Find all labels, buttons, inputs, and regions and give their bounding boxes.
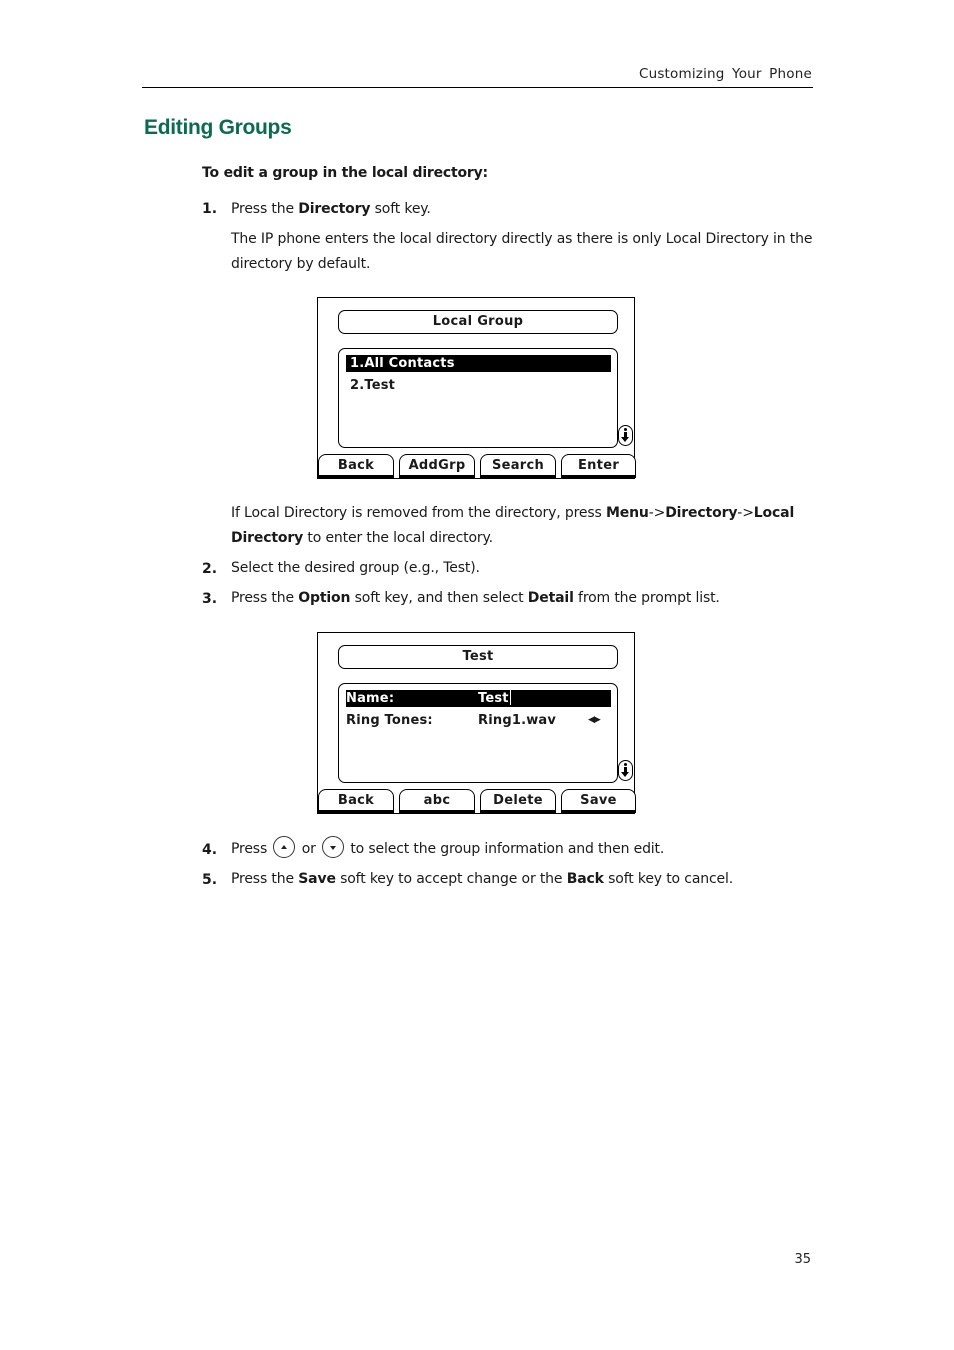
scroll-down-icon (618, 425, 633, 446)
section-title: Editing Groups (144, 116, 292, 139)
detail-list: Name: Test Ring Tones: Ring1.wav ◀▶ (338, 683, 618, 783)
scroll-down-icon (618, 760, 633, 781)
screen-title: Test (338, 645, 618, 669)
softkey-back[interactable]: Back (318, 789, 394, 813)
phone-screen-group-detail: Test Name: Test Ring Tones: Ring1.wav ◀▶… (317, 632, 636, 814)
menu-label: Menu (605, 505, 649, 521)
save-key-label: Save (298, 871, 336, 887)
left-right-arrows-icon[interactable]: ◀▶ (588, 712, 601, 729)
step-1-note: The IP phone enters the local directory … (231, 231, 813, 272)
softkey-back[interactable]: Back (318, 454, 394, 478)
step-number: 5. (202, 872, 218, 888)
softkey-abc[interactable]: abc (399, 789, 475, 813)
softkey-addgrp[interactable]: AddGrp (399, 454, 475, 478)
step-4-text: Press or to select the group information… (231, 836, 816, 862)
text: soft key, and then select (350, 590, 528, 606)
group-list: 1.All Contacts 2.Test (338, 348, 618, 448)
list-item-selected[interactable]: 1.All Contacts (346, 355, 611, 372)
name-input[interactable]: Test (478, 690, 511, 707)
softkey-search[interactable]: Search (480, 454, 556, 478)
text: Press the (231, 201, 299, 217)
softkey-bar: Back AddGrp Search Enter (318, 454, 636, 478)
text: or (297, 841, 321, 857)
text: soft key to cancel. (603, 871, 734, 887)
softkey-save[interactable]: Save (561, 789, 636, 813)
down-navigation-key-icon (322, 836, 345, 858)
ring-tones-row[interactable]: Ring Tones: Ring1.wav ◀▶ (346, 712, 611, 729)
detail-label: Detail (527, 590, 574, 606)
text: soft key to accept change or the (335, 871, 567, 887)
text: Press the (231, 871, 299, 887)
list-item[interactable]: 2.Test (346, 377, 611, 394)
field-label: Name: (346, 691, 395, 706)
field-value: Ring1.wav (478, 713, 557, 728)
step-number: 2. (202, 561, 218, 577)
option-key-label: Option (298, 590, 351, 606)
step-2-text: Select the desired group (e.g., Test). (231, 560, 480, 576)
field-value: Test (478, 691, 509, 706)
step-number: 1. (202, 201, 218, 217)
header-rule (142, 87, 813, 88)
screen-title: Local Group (338, 310, 618, 334)
directory-label: Directory (665, 505, 738, 521)
phone-screen-local-group: Local Group 1.All Contacts 2.Test Back A… (317, 297, 636, 479)
name-field-row[interactable]: Name: Test (346, 690, 611, 707)
step-1-text: Press the Directory soft key. (231, 197, 816, 222)
text: soft key. (370, 201, 431, 217)
text: Press the (231, 590, 299, 606)
step-number: 3. (202, 591, 218, 607)
running-header: Customizing Your Phone (638, 66, 812, 82)
step-5-text: Press the Save soft key to accept change… (231, 867, 816, 892)
step-3-text: Press the Option soft key, and then sele… (231, 586, 816, 611)
page-number: 35 (794, 1252, 811, 1267)
field-label: Ring Tones: (346, 713, 433, 728)
text: If Local Directory is removed from the d… (231, 505, 606, 521)
text: to enter the local directory. (303, 530, 493, 546)
back-key-label: Back (566, 871, 604, 887)
text: to select the group information and then… (346, 841, 665, 857)
softkey-enter[interactable]: Enter (561, 454, 636, 478)
text: from the prompt list. (573, 590, 720, 606)
local-directory-note: If Local Directory is removed from the d… (231, 501, 816, 551)
step-number: 4. (202, 842, 218, 858)
text: -> (737, 505, 754, 521)
procedure-title: To edit a group in the local directory: (202, 165, 488, 181)
up-navigation-key-icon (273, 836, 296, 858)
softkey-delete[interactable]: Delete (480, 789, 556, 813)
text: -> (648, 505, 666, 521)
directory-key-label: Directory (298, 201, 371, 217)
softkey-bar: Back abc Delete Save (318, 789, 636, 813)
text: Press (231, 841, 272, 857)
text-cursor (509, 690, 511, 705)
